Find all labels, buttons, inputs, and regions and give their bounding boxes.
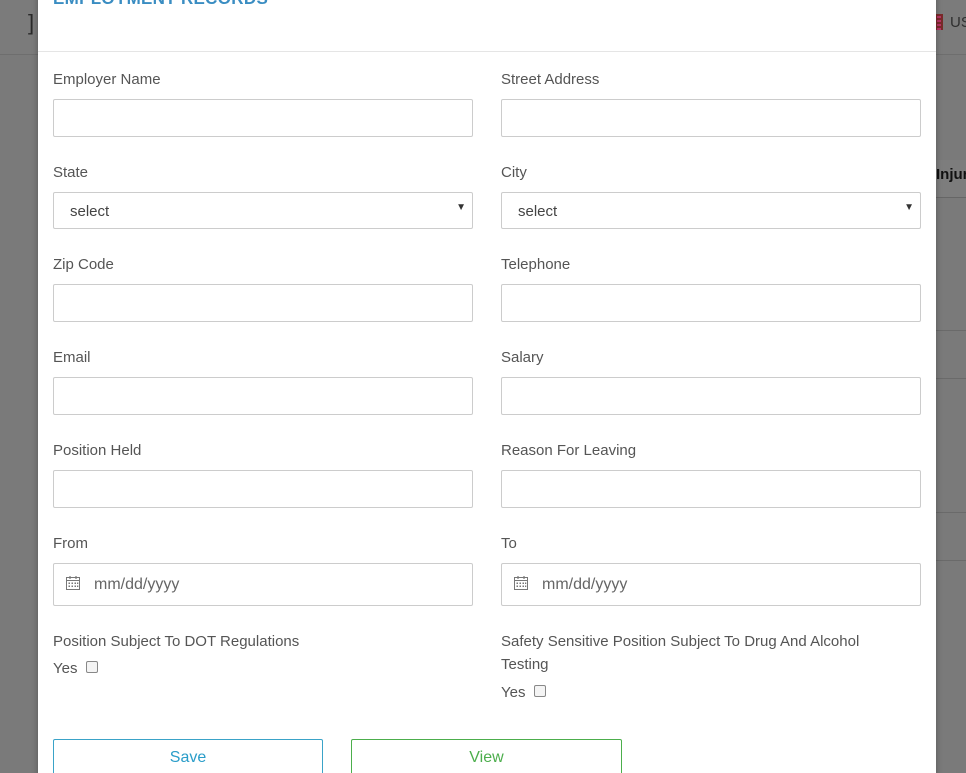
safety-sensitive-yes-label: Yes [501,684,526,701]
to-date-label: To [501,535,517,552]
state-selected-value: select [70,203,110,220]
from-date-placeholder: mm/dd/yyyy [94,576,180,593]
calendar-icon [66,576,80,590]
caret-down-icon: ▼ [904,202,914,213]
from-date-input[interactable]: mm/dd/yyyy [53,563,473,606]
dot-regulations-group: Position Subject To DOT Regulations Yes [53,632,473,677]
zip-code-input[interactable] [53,284,473,322]
position-held-group: Position Held [53,441,473,508]
background-row-divider [936,560,966,561]
from-date-label: From [53,535,88,552]
state-select[interactable]: select ▼ [53,192,473,229]
city-selected-value: select [518,203,558,220]
dot-regulations-checkbox[interactable] [86,660,99,673]
reason-for-leaving-label: Reason For Leaving [501,442,637,459]
zip-code-label: Zip Code [53,256,114,273]
flag-icon [935,14,943,30]
calendar-icon [514,576,528,590]
caret-down-icon: ▼ [456,202,466,213]
dot-regulations-label: Position Subject To DOT Regulations [53,633,300,650]
modal-title: EMPLOYMENT RECORDS [53,0,268,9]
state-label: State [53,164,89,181]
email-input[interactable] [53,377,473,415]
employer-name-group: Employer Name [53,70,473,137]
background-row-divider [936,378,966,379]
salary-group: Salary [501,348,921,415]
safety-sensitive-label: Safety Sensitive Position Subject To Dru… [501,633,860,673]
telephone-label: Telephone [501,256,571,273]
to-date-placeholder: mm/dd/yyyy [542,576,628,593]
city-select[interactable]: select ▼ [501,192,921,229]
street-address-input[interactable] [501,99,921,137]
position-held-label: Position Held [53,442,142,459]
view-button[interactable]: View [351,739,622,773]
reason-for-leaving-input[interactable] [501,470,921,508]
from-date-group: From mm/dd/yyyy [53,534,473,606]
salary-label: Salary [501,349,544,366]
salary-input[interactable] [501,377,921,415]
safety-sensitive-option: Yes [501,684,901,701]
zip-code-group: Zip Code [53,255,473,322]
position-held-input[interactable] [53,470,473,508]
safety-sensitive-group: Safety Sensitive Position Subject To Dru… [501,632,901,701]
state-group: State select ▼ [53,163,473,229]
telephone-input[interactable] [501,284,921,322]
employment-records-modal: EMPLOYMENT RECORDS × Employer Name Stree… [38,0,936,773]
employer-name-input[interactable] [53,99,473,137]
save-button[interactable]: Save [53,739,323,773]
locale-label: US [950,14,966,31]
dot-regulations-option: Yes [53,660,473,677]
to-date-group: To mm/dd/yyyy [501,534,921,606]
email-label: Email [53,349,91,366]
street-address-label: Street Address [501,71,600,88]
background-row-divider [936,330,966,331]
employer-name-label: Employer Name [53,71,161,88]
city-group: City select ▼ [501,163,921,229]
city-label: City [501,164,527,181]
street-address-group: Street Address [501,70,921,137]
modal-header: EMPLOYMENT RECORDS × [38,0,936,52]
safety-sensitive-checkbox[interactable] [534,684,547,697]
background-row-divider [936,512,966,513]
telephone-group: Telephone [501,255,921,322]
email-group: Email [53,348,473,415]
background-menu-glyph: ] [28,10,35,35]
to-date-input[interactable]: mm/dd/yyyy [501,563,921,606]
reason-for-leaving-group: Reason For Leaving [501,441,921,508]
close-icon[interactable]: × [903,0,916,6]
background-column-header: Injur [936,160,966,198]
dot-regulations-yes-label: Yes [53,660,78,677]
